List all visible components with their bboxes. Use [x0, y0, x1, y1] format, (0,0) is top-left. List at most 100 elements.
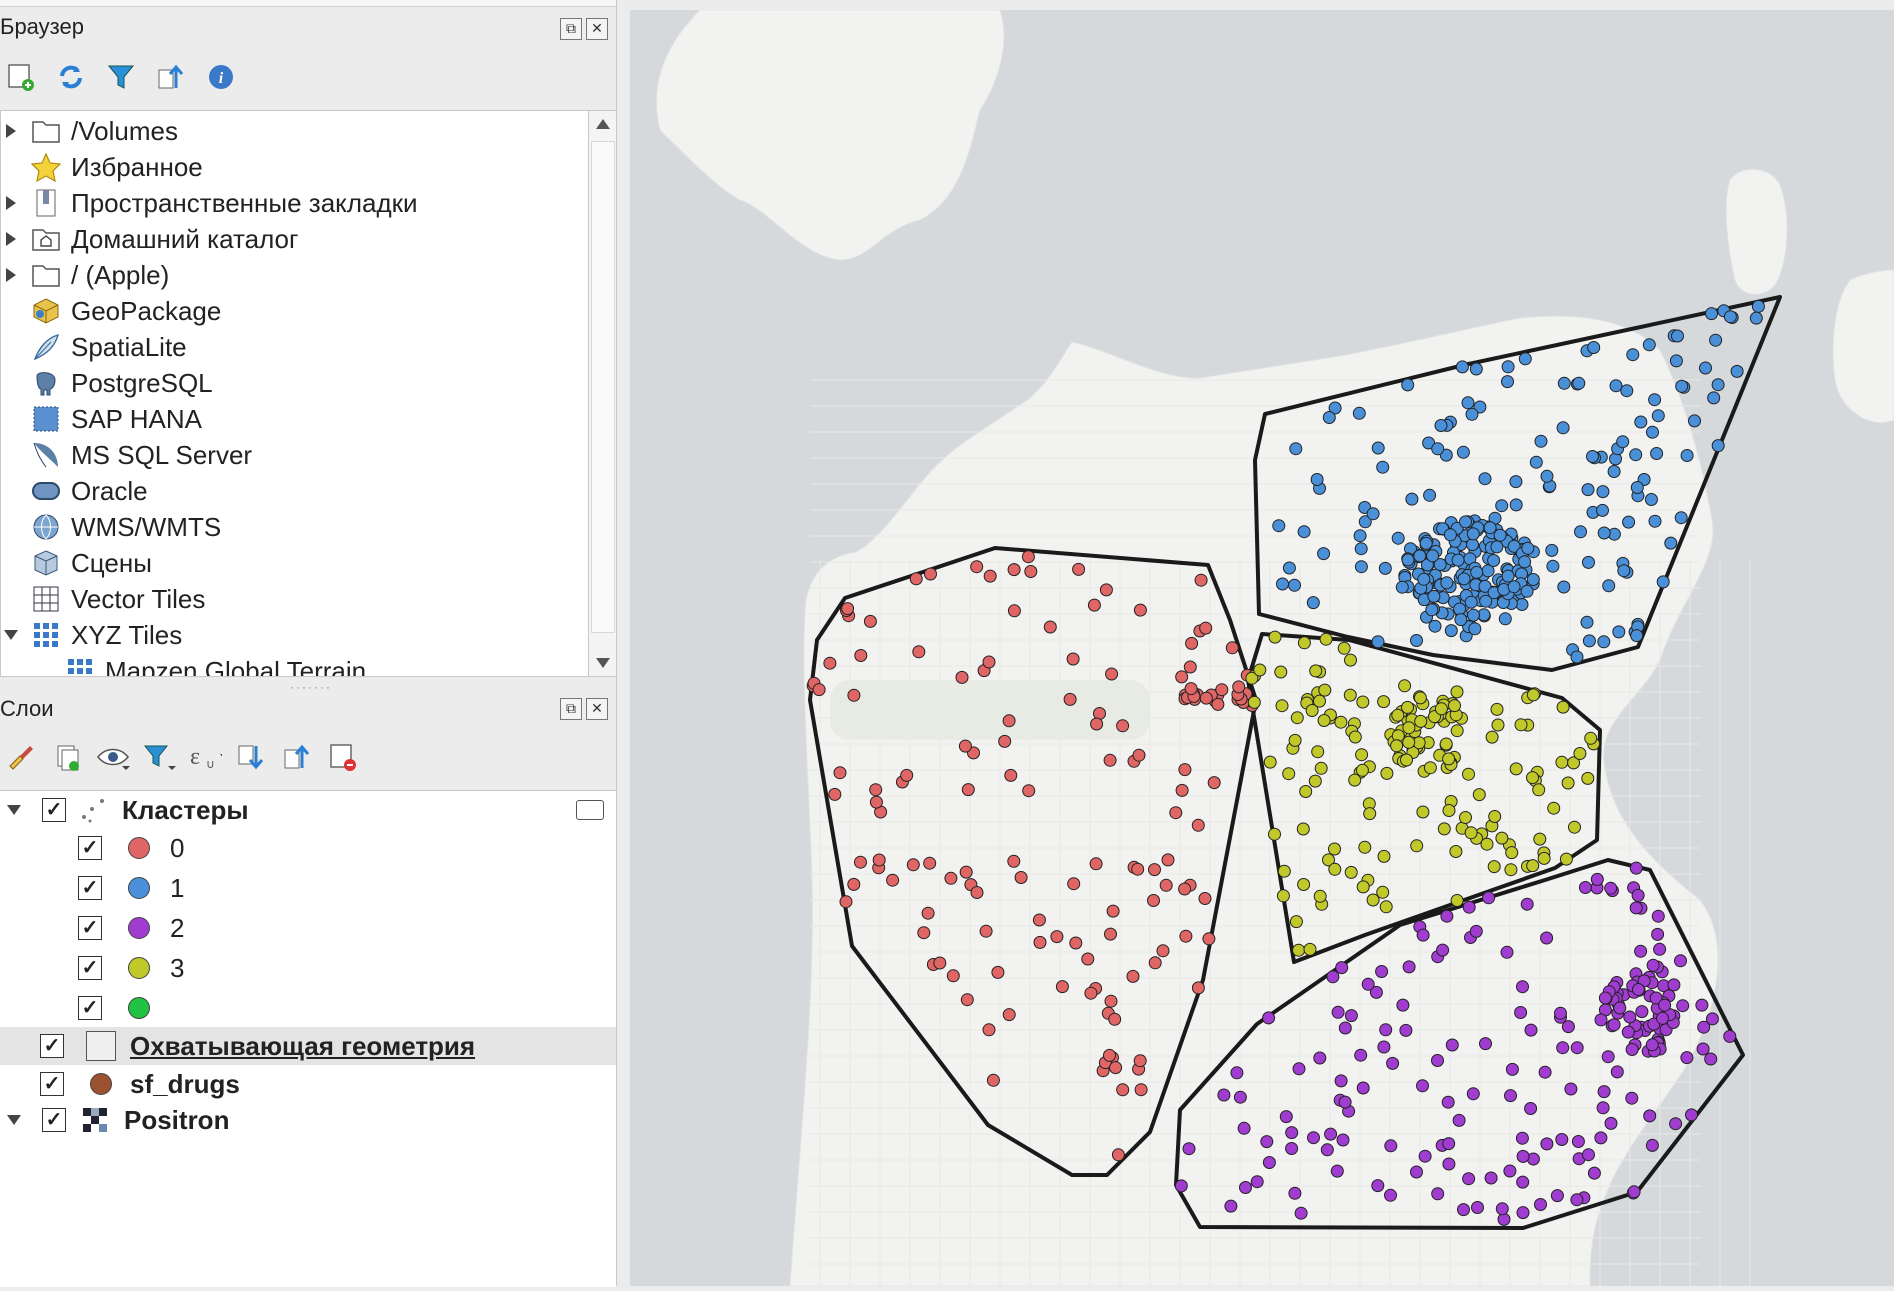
class-visibility-checkbox[interactable]: ✓: [78, 996, 102, 1020]
collapse-arrow-icon[interactable]: [6, 1112, 22, 1128]
cluster-point: [1386, 1056, 1400, 1070]
expand-arrow-icon[interactable]: [3, 195, 19, 211]
cluster-point: [1105, 667, 1119, 681]
browser-item-root[interactable]: / (Apple): [1, 257, 589, 293]
browser-item-spatialite[interactable]: SpatiaLite: [1, 329, 589, 365]
cluster-point: [1505, 1062, 1519, 1076]
cluster-point: [1178, 763, 1192, 777]
class-visibility-checkbox[interactable]: ✓: [78, 836, 102, 860]
info-icon[interactable]: i: [204, 60, 238, 94]
layer-visibility-checkbox[interactable]: ✓: [42, 1108, 66, 1132]
expand-arrow-icon[interactable]: [3, 231, 19, 247]
cluster-point: [1348, 730, 1362, 744]
add-group-icon[interactable]: [50, 740, 84, 774]
browser-item-xyz-tiles[interactable]: XYZ Tiles: [1, 617, 589, 653]
browser-item-favorites[interactable]: Избранное: [1, 149, 589, 185]
browser-item-oracle[interactable]: Oracle: [1, 473, 589, 509]
remove-layer-icon[interactable]: [326, 740, 360, 774]
class-visibility-checkbox[interactable]: ✓: [78, 916, 102, 940]
close-panel-button[interactable]: ✕: [586, 18, 608, 40]
legend-class-other[interactable]: ✓: [0, 989, 694, 1027]
scroll-down-icon[interactable]: [595, 656, 611, 670]
browser-item-geopackage[interactable]: GeoPackage: [1, 293, 589, 329]
layer-sf-drugs[interactable]: ✓ sf_drugs: [0, 1065, 656, 1103]
add-layer-icon[interactable]: [4, 60, 38, 94]
cluster-point: [982, 1023, 996, 1037]
collapse-all-icon[interactable]: [280, 740, 314, 774]
close-panel-button[interactable]: ✕: [586, 698, 608, 720]
cluster-point: [1454, 613, 1468, 627]
expand-arrow-icon[interactable]: [3, 123, 19, 139]
browser-item-postgresql[interactable]: PostgreSQL: [1, 365, 589, 401]
browser-item-mssql[interactable]: MS SQL Server: [1, 437, 589, 473]
cluster-point: [1436, 943, 1450, 957]
legend-class-0[interactable]: ✓ 0: [0, 829, 694, 867]
cluster-point: [998, 734, 1012, 748]
oracle-icon: [29, 475, 63, 507]
cluster-point: [1022, 784, 1036, 798]
style-brush-icon[interactable]: [4, 740, 38, 774]
legend-class-2[interactable]: ✓ 2: [0, 909, 694, 947]
dock-divider[interactable]: [616, 0, 631, 1286]
collapse-arrow-icon[interactable]: [6, 802, 22, 818]
scrollbar-thumb[interactable]: [591, 141, 615, 633]
cluster-point: [1292, 943, 1306, 957]
cluster-point: [1007, 854, 1021, 868]
browser-item-vector-tiles[interactable]: Vector Tiles: [1, 581, 589, 617]
cluster-point: [1268, 630, 1282, 644]
treasure-island: [1725, 168, 1788, 295]
cluster-point: [1455, 360, 1469, 374]
layer-visibility-checkbox[interactable]: ✓: [42, 798, 66, 822]
cluster-point: [1704, 1052, 1718, 1066]
cluster-point: [1431, 442, 1445, 456]
cluster-point: [1354, 542, 1368, 556]
collapse-arrow-icon[interactable]: [3, 627, 19, 643]
refresh-icon[interactable]: [54, 60, 88, 94]
panel-splitter[interactable]: ·······: [290, 680, 332, 694]
float-panel-button[interactable]: ⧉: [560, 698, 582, 720]
browser-item-mapzen[interactable]: Mapzen Global Terrain: [1, 653, 589, 676]
browser-item-wms[interactable]: WMS/WMTS: [1, 509, 589, 545]
collapse-all-icon[interactable]: [154, 60, 188, 94]
cluster-point: [1272, 519, 1286, 533]
eye-icon[interactable]: [96, 740, 130, 774]
browser-item-volumes[interactable]: /Volumes: [1, 113, 589, 149]
legend-class-3[interactable]: ✓ 3: [0, 949, 694, 987]
float-panel-button[interactable]: ⧉: [560, 18, 582, 40]
cluster-point: [1183, 660, 1197, 674]
cluster-point: [1338, 1095, 1352, 1109]
sap-hana-icon: [29, 403, 63, 435]
browser-item-sap-hana[interactable]: SAP HANA: [1, 401, 589, 437]
cluster-point: [1400, 753, 1413, 767]
map-canvas[interactable]: [630, 9, 1894, 1287]
browser-item-spatial-bookmarks[interactable]: Пространственные закладки: [1, 185, 589, 221]
cluster-point: [1399, 1023, 1413, 1037]
layer-visibility-checkbox[interactable]: ✓: [40, 1072, 64, 1096]
cluster-point: [1416, 805, 1430, 819]
layer-visibility-checkbox[interactable]: ✓: [40, 1034, 64, 1058]
filter-legend-icon[interactable]: [142, 740, 176, 774]
expand-all-icon[interactable]: [234, 740, 268, 774]
memory-layer-icon[interactable]: [576, 800, 604, 820]
map-svg[interactable]: [630, 9, 1894, 1287]
legend-class-1[interactable]: ✓ 1: [0, 869, 694, 907]
browser-item-home[interactable]: Домашний каталог: [1, 221, 589, 257]
expand-arrow-icon[interactable]: [3, 267, 19, 283]
class-visibility-checkbox[interactable]: ✓: [78, 876, 102, 900]
class-visibility-checkbox[interactable]: ✓: [78, 956, 102, 980]
layer-positron[interactable]: ✓ Positron: [0, 1101, 616, 1139]
browser-item-scenes[interactable]: Сцены: [1, 545, 589, 581]
layers-tree[interactable]: ✓ Кластеры ✓ 0 ✓ 1 ✓ 2 ✓ 3 ✓ ✓ Охватываю…: [0, 790, 656, 1287]
cluster-point: [1377, 849, 1391, 863]
scroll-up-icon[interactable]: [595, 117, 611, 131]
expression-filter-icon[interactable]: ε ∪: [188, 740, 222, 774]
layer-name: Охватывающая геометрия: [130, 1030, 476, 1061]
cluster-point: [1401, 700, 1414, 714]
cluster-point: [1131, 862, 1145, 876]
cluster-point: [1380, 766, 1394, 780]
browser-tree[interactable]: /Volumes Избранное Пространственные закл…: [0, 110, 590, 677]
layer-clusters[interactable]: ✓ Кластеры: [0, 791, 616, 829]
layer-convex-hull[interactable]: ✓ Охватывающая геометрия: [0, 1027, 656, 1065]
filter-icon[interactable]: [104, 60, 138, 94]
browser-scrollbar[interactable]: [588, 110, 618, 677]
